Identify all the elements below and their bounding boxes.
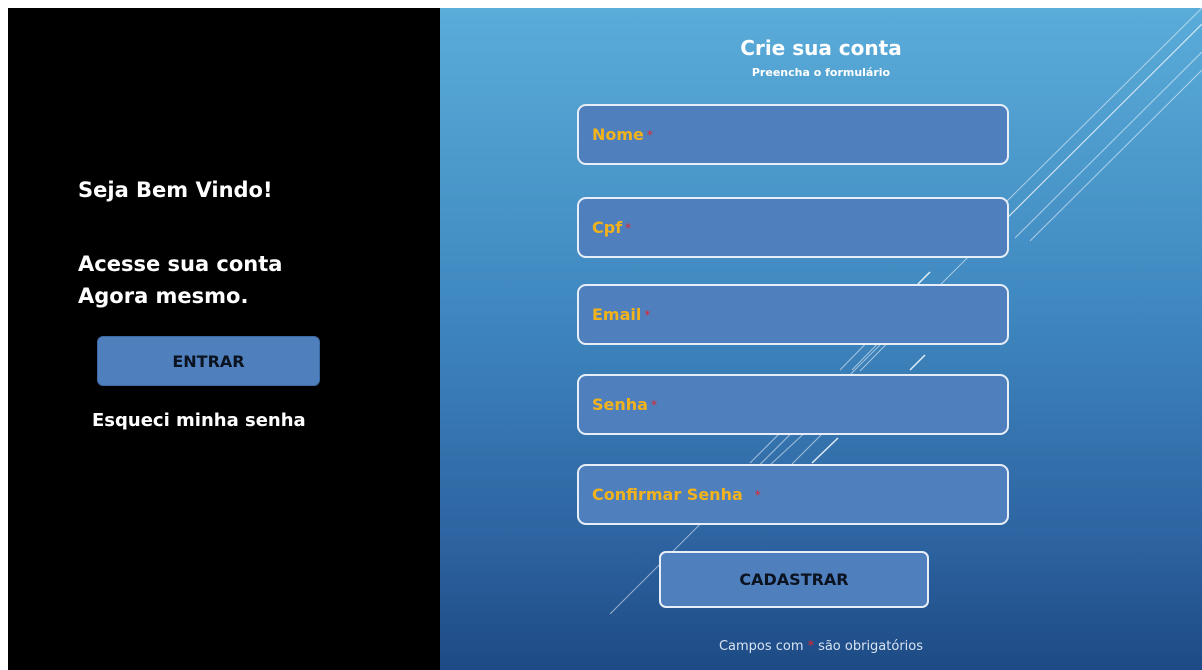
name-field[interactable]: Nome * [577, 104, 1009, 165]
access-line-2: Agora mesmo. [78, 284, 249, 308]
access-message: Acesse sua conta Agora mesmo. [78, 248, 282, 312]
password-field[interactable]: Senha * [577, 374, 1009, 435]
signup-panel: Crie sua conta Preencha o formulário Nom… [440, 8, 1202, 670]
required-marker: * [650, 397, 657, 412]
forgot-password-link[interactable]: Esqueci minha senha [92, 410, 306, 431]
register-button[interactable]: CADASTRAR [659, 551, 929, 608]
required-fields-note: Campos com * são obrigatórios [440, 639, 1202, 654]
access-line-1: Acesse sua conta [78, 252, 283, 276]
welcome-heading: Seja Bem Vindo! [78, 178, 273, 202]
required-marker: * [807, 639, 815, 654]
confirm-password-field-label: Confirmar Senha [592, 485, 743, 504]
note-text-after: são obrigatórios [818, 639, 924, 654]
signup-subtitle: Preencha o formulário [751, 66, 891, 79]
required-marker: * [754, 487, 761, 502]
email-field[interactable]: Email * [577, 284, 1009, 345]
cpf-field[interactable]: Cpf * [577, 197, 1009, 258]
email-field-label: Email [592, 305, 642, 324]
enter-button[interactable]: ENTRAR [97, 336, 320, 386]
login-panel: Seja Bem Vindo! Acesse sua conta Agora m… [8, 8, 440, 670]
signup-title: Crie sua conta [740, 36, 902, 60]
required-marker: * [646, 127, 653, 142]
password-field-label: Senha [592, 395, 648, 414]
cpf-field-label: Cpf [592, 218, 623, 237]
name-field-label: Nome [592, 125, 644, 144]
required-marker: * [644, 307, 651, 322]
note-text-before: Campos com [718, 639, 804, 654]
required-marker: * [625, 220, 632, 235]
confirm-password-field[interactable]: Confirmar Senha * [577, 464, 1009, 525]
